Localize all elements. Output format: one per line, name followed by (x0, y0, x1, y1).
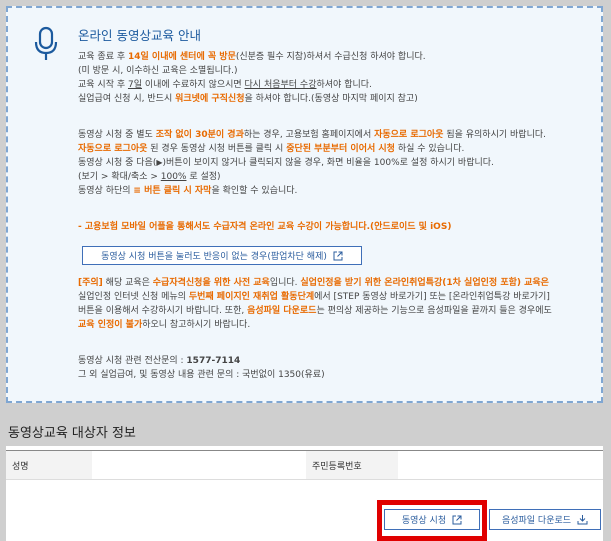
download-audio-button[interactable]: 음성파일 다운로드 (489, 509, 601, 530)
notice-line: 교육 인정이 불가하오니 참고하시기 바랍니다. (78, 320, 251, 330)
contact-line: 동영상 시청 관련 전산문의 : 1577-7114 (78, 356, 241, 366)
microphone-icon (34, 26, 58, 60)
download-audio-label: 음성파일 다운로드 (501, 516, 572, 526)
popup-unblock-label: 동영상 시청 버튼을 눌러도 반응이 없는 경우(팝업차단 해제) (101, 252, 327, 262)
notice-line: 교육 종료 후 14일 이내에 센터에 꼭 방문(신분증 필수 지참)하셔서 수… (78, 52, 426, 62)
external-link-icon (452, 515, 462, 524)
notice-line: 동영상 시청 중 별도 조작 없이 30분이 경과하는 경우, 고용보험 홈페이… (78, 130, 546, 140)
resident-number-header: 주민등록번호 (306, 451, 398, 479)
section-title: 동영상교육 대상자 정보 (8, 426, 136, 441)
notice-line: 버튼을 이용해서 수강하시기 바랍니다. 또한, 음성파일 다운로드는 편의상 … (78, 306, 552, 316)
notice-title: 온라인 동영상교육 안내 (78, 28, 201, 43)
notice-line: 자동으로 로그아웃 된 경우 동영상 시청 버튼를 클릭 시 중단된 부분부터 … (78, 144, 465, 154)
watch-video-button[interactable]: 동영상 시청 (384, 509, 480, 530)
notice-line: 실업인정 인터넷 신청 메뉴의 두번째 페이지인 재취업 활동단계에서 [STE… (78, 292, 550, 302)
notice-line: 동영상 시청 중 다음(▶)버튼이 보이지 않거나 클릭되지 않을 경우, 화면… (78, 158, 494, 168)
notice-line: 교육 시작 후 7일 이내에 수료하지 않으시면 다시 처음부터 수강하셔야 합… (78, 80, 372, 90)
download-icon (577, 515, 588, 525)
notice-line: [주의] 해당 교육은 수급자격신청을 위한 사전 교육입니다. 실업인정을 받… (78, 278, 549, 288)
popup-unblock-button[interactable]: 동영상 시청 버튼을 눌러도 반응이 없는 경우(팝업차단 해제) (82, 246, 362, 265)
name-header: 성명 (6, 451, 92, 479)
contact-line: 그 외 실업급여, 및 동영상 내용 관련 문의 : 국번없이 1350(유료) (78, 370, 325, 380)
mobile-note: - 고용보험 모바일 어플을 통해서도 수급자격 온라인 교육 수강이 가능합니… (78, 222, 452, 232)
name-value (92, 451, 306, 479)
notice-line: 동영상 하단의 ≡ 버튼 클릭 시 자막을 확인할 수 있습니다. (78, 186, 298, 196)
notice-line: (보기 > 확대/축소 > 100% 로 설정) (78, 172, 221, 182)
notice-line: 실업급여 신청 시, 반드시 워크넷에 구직신청을 하셔야 합니다.(동영상 마… (78, 94, 418, 104)
resident-number-value (398, 451, 603, 479)
watch-video-label: 동영상 시청 (401, 516, 447, 526)
notice-line: (미 방문 시, 이수하신 교육은 소멸됩니다.) (78, 66, 238, 76)
education-notice-panel: 온라인 동영상교육 안내 교육 종료 후 14일 이내에 센터에 꼭 방문(신분… (6, 6, 603, 403)
trainee-info-table: 성명 주민등록번호 (6, 450, 603, 480)
external-link-icon (333, 251, 343, 260)
